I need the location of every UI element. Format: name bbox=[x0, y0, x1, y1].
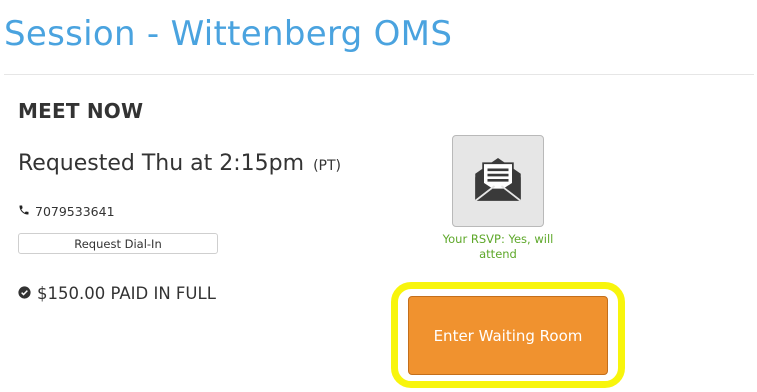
requested-time: Requested Thu at 2:15pm (PT) bbox=[18, 151, 341, 176]
page-title: Session - Wittenberg OMS bbox=[4, 14, 453, 54]
request-dial-in-button[interactable]: Request Dial-In bbox=[18, 233, 218, 254]
session-page: Session - Wittenberg OMS MEET NOW Reques… bbox=[0, 0, 757, 392]
title-divider bbox=[4, 74, 754, 75]
envelope-open-icon bbox=[470, 151, 526, 211]
payment-status-text: $150.00 PAID IN FULL bbox=[37, 284, 216, 303]
check-badge-icon bbox=[18, 284, 31, 303]
rsvp-status: Your RSVP: Yes, will attend bbox=[442, 232, 554, 261]
phone-row: 7079533641 bbox=[18, 204, 115, 219]
session-type-heading: MEET NOW bbox=[18, 99, 144, 123]
phone-icon bbox=[18, 204, 30, 219]
timezone-label: (PT) bbox=[313, 158, 341, 174]
rsvp-invitation-button[interactable] bbox=[452, 135, 544, 227]
payment-status: $150.00 PAID IN FULL bbox=[18, 284, 216, 303]
requested-time-text: Requested Thu at 2:15pm bbox=[18, 151, 305, 176]
enter-waiting-room-button[interactable]: Enter Waiting Room bbox=[408, 296, 608, 375]
phone-number: 7079533641 bbox=[35, 204, 115, 219]
